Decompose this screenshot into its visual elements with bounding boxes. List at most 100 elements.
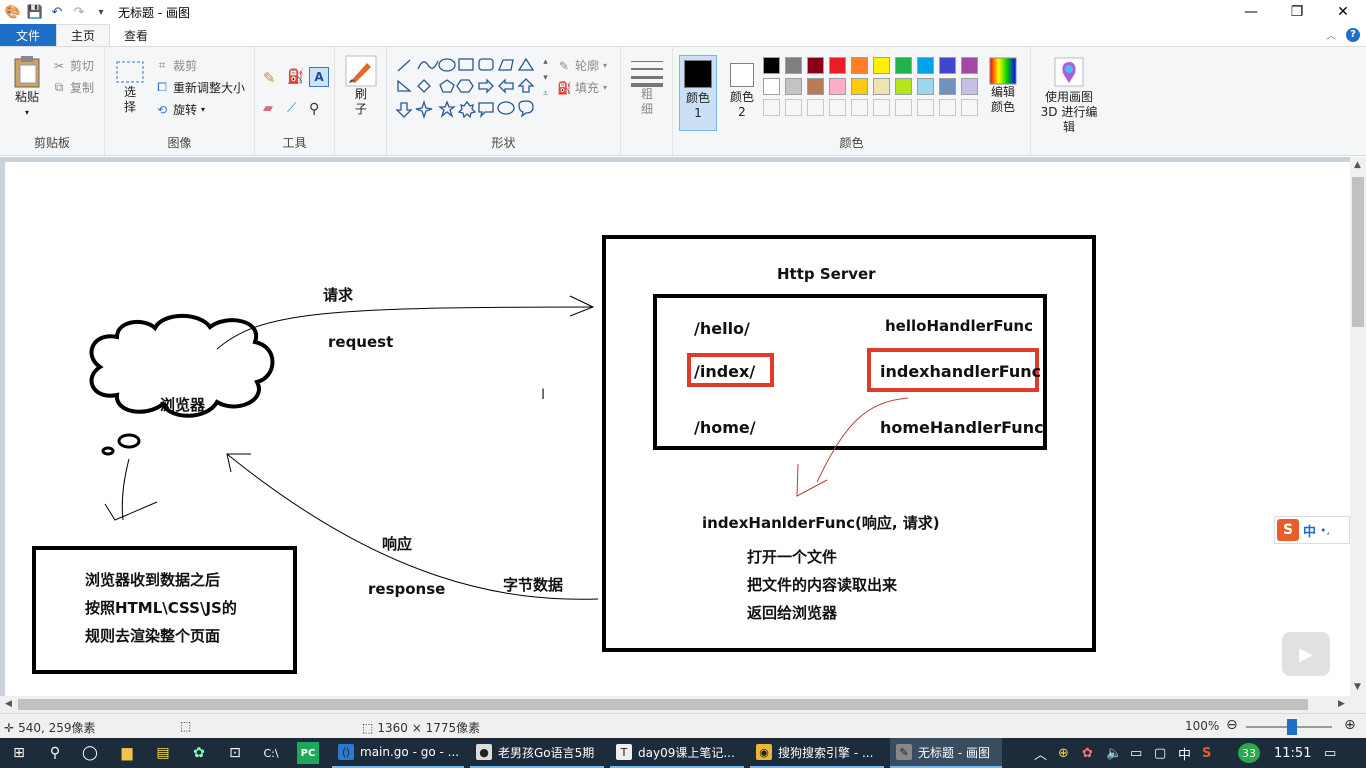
zoom-out-icon[interactable]: ⊖ — [1226, 717, 1238, 733]
notepad-icon[interactable]: ▤ — [152, 742, 174, 764]
palette-swatch[interactable] — [851, 78, 868, 95]
ime-floating-toolbar[interactable]: S 中 •, — [1274, 516, 1350, 544]
fill-button[interactable]: ⛽ 填充 ▾ — [557, 79, 607, 96]
action-center-icon[interactable]: ▭ — [1324, 738, 1336, 768]
rotate-button[interactable]: ⟲ 旋转 ▾ — [155, 101, 205, 118]
text-tool-icon[interactable]: A — [309, 67, 329, 87]
paint-app-icon[interactable]: 🎨 — [4, 3, 22, 21]
outline-button[interactable]: ✎ 轮廓 ▾ — [557, 57, 607, 74]
file-explorer-icon[interactable]: ▆ — [116, 742, 138, 764]
palette-swatch[interactable] — [829, 78, 846, 95]
pycharm-icon[interactable]: PC — [297, 742, 319, 764]
taskbar-app-button[interactable]: ● 老男孩Go语言5期 — [470, 738, 604, 768]
palette-swatch-empty[interactable] — [895, 99, 912, 116]
palette-swatch-empty[interactable] — [851, 99, 868, 116]
terminal-icon[interactable]: C:\ — [260, 742, 282, 764]
palette-swatch[interactable] — [961, 57, 978, 74]
taskbar-app-button[interactable]: ✎ 无标题 - 画图 — [890, 738, 1002, 768]
ime-indicator[interactable]: 中 — [1178, 738, 1191, 768]
windows-start-icon[interactable]: ⊞ — [8, 742, 30, 764]
pencil-icon[interactable]: ✎ — [263, 69, 276, 87]
color-picker-icon[interactable]: ⟋ — [287, 101, 296, 116]
brushes-button[interactable]: 刷子 — [343, 55, 379, 117]
scroll-up-icon[interactable]: ▲ — [1354, 160, 1361, 170]
help-icon[interactable]: ? — [1346, 27, 1360, 42]
palette-swatch[interactable] — [917, 78, 934, 95]
palette-swatch[interactable] — [785, 57, 802, 74]
palette-swatch-empty[interactable] — [961, 99, 978, 116]
magnifier-icon[interactable]: ⚲ — [309, 101, 319, 117]
volume-icon[interactable]: 🔈 — [1106, 738, 1122, 768]
file-menu[interactable]: 文件 — [0, 24, 56, 46]
notification-badge[interactable]: 33 — [1238, 743, 1260, 763]
drawing-canvas[interactable]: 请求 request 浏览器 响应 response 字节数据 浏览器收到数据之… — [5, 162, 1350, 696]
zoom-slider-thumb[interactable] — [1287, 719, 1297, 735]
vertical-scrollbar[interactable]: ▲ ▼ — [1350, 157, 1366, 696]
palette-swatch[interactable] — [917, 57, 934, 74]
shapes-gallery[interactable] — [395, 57, 541, 119]
ime-mode[interactable]: 中 — [1303, 521, 1316, 540]
vertical-scroll-thumb[interactable] — [1352, 177, 1364, 327]
tab-view[interactable]: 查看 — [110, 24, 162, 46]
palette-swatch[interactable] — [873, 57, 890, 74]
customize-dropdown-icon[interactable]: ▾ — [92, 3, 110, 21]
horizontal-scroll-thumb[interactable] — [18, 699, 1308, 710]
tab-home[interactable]: 主页 — [56, 24, 111, 46]
color1-button[interactable]: 颜色 1 — [679, 55, 717, 131]
palette-swatch[interactable] — [763, 57, 780, 74]
palette-swatch[interactable] — [829, 57, 846, 74]
cut-button[interactable]: ✂ 剪切 — [52, 57, 94, 74]
task-view-icon[interactable]: ◯ — [79, 742, 101, 764]
undo-icon[interactable]: ↶ — [48, 3, 66, 21]
redo-icon[interactable]: ↷ — [70, 3, 88, 21]
tray-add-icon[interactable]: ⊕ — [1058, 738, 1069, 768]
video-play-icon[interactable]: ▶ — [1282, 632, 1330, 676]
maximize-button[interactable]: ❐ — [1274, 0, 1320, 24]
palette-swatch[interactable] — [961, 78, 978, 95]
palette-swatch-empty[interactable] — [785, 99, 802, 116]
palette-swatch[interactable] — [785, 78, 802, 95]
settings-app-icon[interactable]: ✿ — [188, 742, 210, 764]
tray-overflow-icon[interactable]: ︿ — [1034, 738, 1047, 768]
taskbar-app-button[interactable]: ◉ 搜狗搜索引擎 - ... — [750, 738, 884, 768]
size-button[interactable]: 粗细 — [629, 57, 665, 117]
network-app-icon[interactable]: ⊡ — [224, 742, 246, 764]
palette-swatch-empty[interactable] — [829, 99, 846, 116]
palette-swatch-empty[interactable] — [873, 99, 890, 116]
select-button[interactable]: 选择 — [113, 59, 147, 115]
palette-swatch[interactable] — [873, 78, 890, 95]
palette-swatch[interactable] — [939, 78, 956, 95]
palette-swatch[interactable] — [895, 78, 912, 95]
crop-button[interactable]: ⌗ 裁剪 — [155, 57, 197, 74]
fill-bucket-icon[interactable]: ⛽ — [287, 69, 304, 85]
palette-swatch-empty[interactable] — [917, 99, 934, 116]
palette-swatch[interactable] — [851, 57, 868, 74]
shapes-scroll[interactable]: ▴ ▾ ⩡ — [543, 57, 548, 99]
collapse-ribbon-icon[interactable]: ︿ — [1326, 27, 1336, 42]
copy-button[interactable]: ⧉ 复制 — [52, 79, 94, 96]
scroll-left-icon[interactable]: ◀ — [5, 699, 12, 709]
scroll-right-icon[interactable]: ▶ — [1338, 699, 1345, 709]
eraser-icon[interactable]: ▰ — [263, 101, 273, 116]
tray-flower-icon[interactable]: ✿ — [1082, 738, 1093, 768]
search-icon[interactable]: ⚲ — [44, 742, 66, 764]
close-button[interactable]: ✕ — [1320, 0, 1366, 24]
edit-colors-button[interactable]: 编辑颜色 — [983, 57, 1023, 115]
battery-icon[interactable]: ▭ — [1130, 738, 1142, 768]
palette-swatch-empty[interactable] — [939, 99, 956, 116]
color2-button[interactable]: 颜色 2 — [723, 55, 761, 131]
palette-swatch-empty[interactable] — [807, 99, 824, 116]
ime-punct-icon[interactable]: •, — [1320, 524, 1330, 537]
palette-swatch[interactable] — [807, 57, 824, 74]
paint3d-button[interactable]: 使用画图 3D 进行编辑 — [1035, 57, 1103, 135]
horizontal-scrollbar[interactable]: ◀ ▶ — [0, 696, 1366, 713]
palette-swatch[interactable] — [939, 57, 956, 74]
clock[interactable]: 11:51 — [1274, 738, 1311, 768]
zoom-in-icon[interactable]: ⊕ — [1344, 717, 1356, 733]
palette-swatch[interactable] — [895, 57, 912, 74]
palette-swatch-empty[interactable] — [763, 99, 780, 116]
taskbar-app-button[interactable]: Tday09课上笔记... — [610, 738, 744, 768]
scroll-down-icon[interactable]: ▼ — [1354, 682, 1361, 692]
save-icon[interactable]: 💾 — [26, 3, 44, 21]
palette-swatch[interactable] — [807, 78, 824, 95]
